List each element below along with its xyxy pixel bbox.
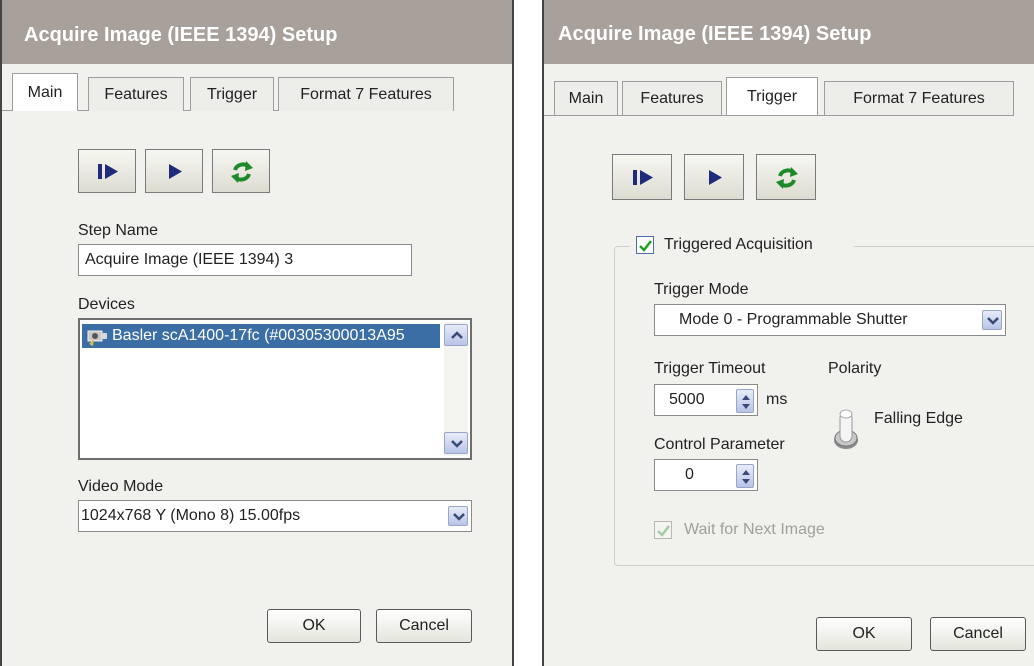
trigger-timeout-unit: ms: [766, 391, 788, 408]
trigger-mode-select[interactable]: Mode 0 - Programmable Shutter: [654, 304, 1006, 336]
tab-main[interactable]: Main: [554, 81, 618, 115]
run-button[interactable]: [145, 149, 203, 193]
step-name-label: Step Name: [78, 222, 159, 239]
refresh-button[interactable]: [756, 154, 816, 200]
step-run-button[interactable]: [78, 149, 136, 193]
wait-next-image-checkbox[interactable]: [654, 521, 672, 539]
tab-format7-features[interactable]: Format 7 Features: [824, 81, 1014, 115]
step-run-icon: [633, 170, 653, 185]
devices-scrollbar[interactable]: [444, 322, 468, 456]
run-button[interactable]: [684, 154, 744, 200]
spin-updown-icon: [742, 395, 750, 409]
title-bar: Acquire Image (IEEE 1394) Setup: [544, 0, 1034, 64]
tab-trigger[interactable]: Trigger: [190, 77, 274, 111]
trigger-mode-label: Trigger Mode: [654, 281, 749, 298]
trigger-timeout-spinner[interactable]: [736, 389, 754, 413]
cancel-button[interactable]: Cancel: [376, 609, 472, 643]
title-bar: Acquire Image (IEEE 1394) Setup: [2, 0, 512, 64]
right-setup-dialog: Acquire Image (IEEE 1394) Setup Main Fea…: [542, 0, 1034, 666]
trigger-timeout-label: Trigger Timeout: [654, 360, 766, 377]
device-list-item[interactable]: Basler scA1400-17fc (#00305300013A95: [82, 324, 440, 348]
refresh-icon: [231, 161, 253, 183]
devices-list[interactable]: Basler scA1400-17fc (#00305300013A95: [78, 318, 472, 460]
tab-trigger[interactable]: Trigger: [726, 77, 818, 115]
tab-features[interactable]: Features: [622, 81, 722, 115]
triggered-acquisition-label: Triggered Acquisition: [664, 236, 813, 253]
spin-updown-icon: [742, 470, 750, 484]
control-parameter-field[interactable]: 0: [654, 459, 758, 491]
chevron-up-icon: [451, 331, 463, 339]
tab-main[interactable]: Main: [12, 73, 78, 111]
wait-next-image-label: Wait for Next Image: [684, 521, 825, 538]
run-icon: [169, 164, 182, 179]
scroll-up-button[interactable]: [444, 324, 468, 346]
dialog-title: Acquire Image (IEEE 1394) Setup: [558, 23, 872, 45]
video-mode-label: Video Mode: [78, 478, 164, 495]
cancel-button[interactable]: Cancel: [930, 617, 1026, 651]
step-run-icon: [98, 164, 118, 179]
triggered-acquisition-checkbox[interactable]: [636, 236, 654, 254]
polarity-label: Polarity: [828, 360, 882, 377]
chevron-down-icon: [987, 317, 999, 325]
checkmark-icon: [639, 240, 652, 252]
camera-icon: [87, 330, 107, 346]
tab-format7-features[interactable]: Format 7 Features: [278, 77, 454, 111]
run-icon: [709, 170, 722, 185]
checkmark-icon: [657, 525, 670, 537]
control-parameter-label: Control Parameter: [654, 436, 785, 453]
chevron-down-icon: [453, 513, 465, 521]
scroll-down-button[interactable]: [444, 432, 468, 454]
step-name-field[interactable]: Acquire Image (IEEE 1394) 3: [78, 244, 412, 276]
video-mode-select[interactable]: 1024x768 Y (Mono 8) 15.00fps: [78, 500, 472, 532]
polarity-value: Falling Edge: [874, 410, 963, 427]
chevron-down-icon: [451, 440, 463, 448]
ok-button[interactable]: OK: [816, 617, 912, 651]
group-header: Triggered Acquisition: [630, 234, 854, 258]
tab-features[interactable]: Features: [88, 77, 184, 111]
polarity-toggle-switch[interactable]: [828, 400, 868, 456]
dialog-title: Acquire Image (IEEE 1394) Setup: [24, 24, 338, 46]
control-parameter-spinner[interactable]: [736, 464, 754, 488]
refresh-button[interactable]: [212, 149, 270, 193]
devices-label: Devices: [78, 296, 135, 313]
left-setup-dialog: Acquire Image (IEEE 1394) Setup Main Fea…: [0, 0, 514, 666]
video-mode-dropdown-button[interactable]: [448, 506, 468, 526]
ok-button[interactable]: OK: [267, 609, 361, 643]
refresh-icon: [776, 167, 798, 189]
trigger-timeout-field[interactable]: 5000: [654, 384, 758, 416]
step-run-button[interactable]: [612, 154, 672, 200]
trigger-mode-dropdown-button[interactable]: [982, 310, 1002, 330]
